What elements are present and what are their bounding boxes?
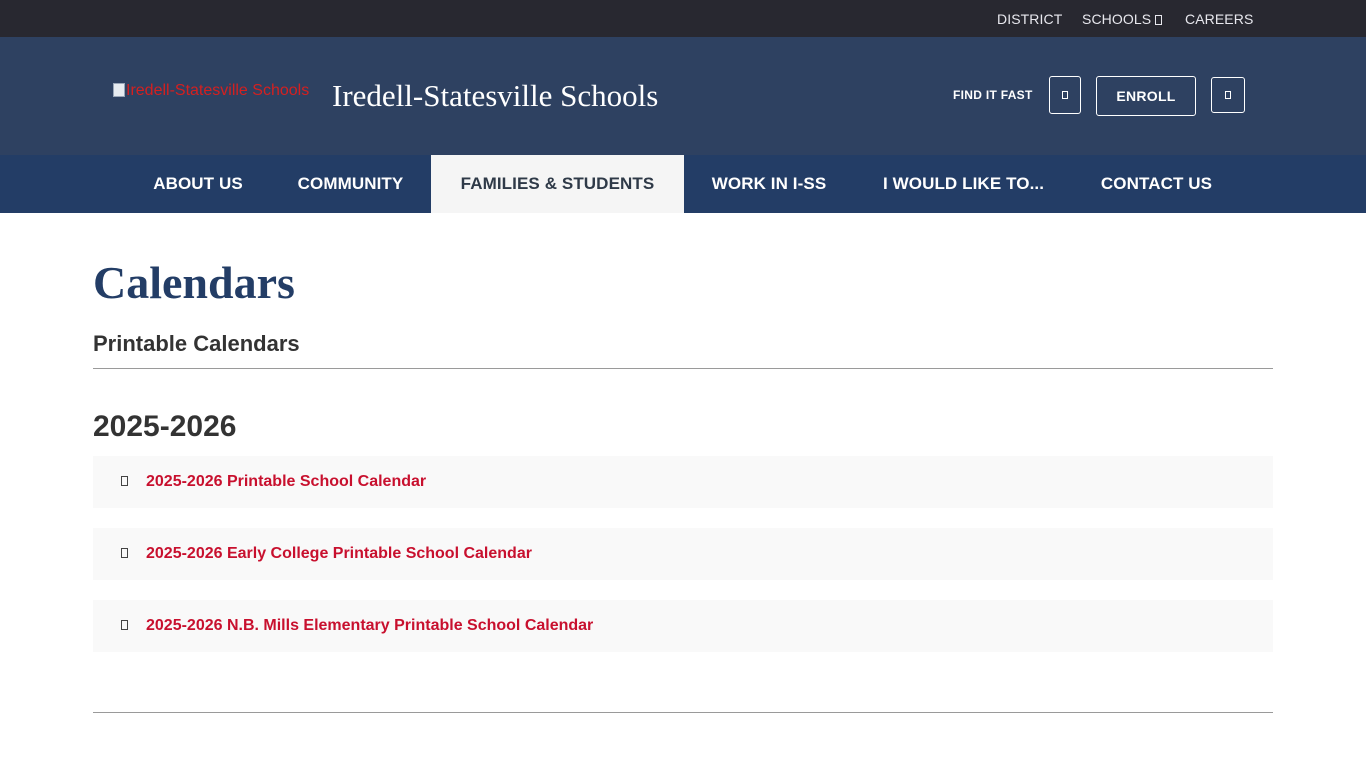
calendar-list-item[interactable]: 2025-2026 Early College Printable School… [93, 528, 1273, 580]
enroll-button[interactable]: ENROLL [1096, 76, 1196, 116]
calendar-list-item[interactable]: 2025-2026 Printable School Calendar [93, 456, 1273, 508]
utility-link-careers[interactable]: CAREERS [1185, 11, 1253, 27]
calendar-link[interactable]: 2025-2026 N.B. Mills Elementary Printabl… [146, 617, 593, 635]
utility-link-district[interactable]: DISTRICT [997, 11, 1062, 27]
calendar-link[interactable]: 2025-2026 Printable School Calendar [146, 473, 426, 491]
nav-item-families-students[interactable]: FAMILIES & STUDENTS [431, 155, 684, 213]
nav-item-about-us[interactable]: ABOUT US [126, 155, 270, 213]
find-it-fast-button[interactable] [1049, 76, 1081, 114]
utility-bar: DISTRICT SCHOOLS CAREERS [0, 0, 1366, 37]
nav-item-i-would-like-to[interactable]: I WOULD LIKE TO... [854, 155, 1073, 213]
site-title[interactable]: Iredell-Statesville Schools [332, 78, 658, 114]
utility-link-schools[interactable]: SCHOOLS [1082, 11, 1163, 27]
logo-alt-text: Iredell-Statesville Schools [126, 82, 310, 99]
calendar-list-item[interactable]: 2025-2026 N.B. Mills Elementary Printabl… [93, 600, 1273, 652]
broken-image-icon [113, 83, 125, 97]
find-it-fast-label[interactable]: FIND IT FAST [953, 88, 1033, 102]
page-title: Calendars [93, 257, 295, 308]
site-header: Iredell-Statesville Schools Iredell-Stat… [0, 37, 1366, 155]
chevron-down-icon [1155, 15, 1163, 25]
nav-item-contact-us[interactable]: CONTACT US [1073, 155, 1240, 213]
search-button[interactable] [1211, 77, 1245, 113]
section-heading: Printable Calendars [93, 331, 300, 356]
file-icon [121, 548, 128, 558]
menu-icon [1062, 91, 1068, 99]
divider [93, 368, 1273, 369]
nav-item-community[interactable]: COMMUNITY [270, 155, 431, 213]
nav-item-work-in-iss[interactable]: WORK IN I-SS [684, 155, 854, 213]
divider [93, 712, 1273, 713]
file-icon [121, 620, 128, 630]
utility-link-schools-label: SCHOOLS [1082, 11, 1152, 27]
year-heading: 2025-2026 [93, 410, 237, 443]
main-nav: ABOUT US COMMUNITY FAMILIES & STUDENTS W… [0, 155, 1366, 213]
file-icon [121, 476, 128, 486]
search-icon [1225, 91, 1231, 99]
calendar-link[interactable]: 2025-2026 Early College Printable School… [146, 545, 532, 563]
logo-image[interactable]: Iredell-Statesville Schools [113, 82, 313, 104]
